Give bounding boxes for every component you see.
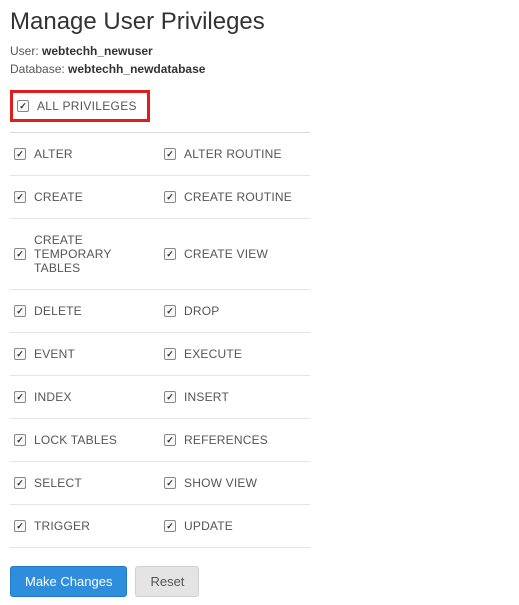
privilege-cell[interactable]: ALTER ROUTINE [160,133,310,175]
privilege-row: SELECT SHOW VIEW [10,462,310,505]
privilege-row: DELETE DROP [10,290,310,333]
privilege-checkbox[interactable] [14,434,26,446]
all-privileges-row: ALL PRIVILEGES [10,90,150,122]
privilege-cell[interactable]: DELETE [10,290,160,332]
privilege-label: INSERT [184,390,229,404]
privilege-checkbox[interactable] [164,305,176,317]
all-privileges-checkbox[interactable] [17,100,29,112]
privilege-cell[interactable]: DROP [160,290,310,332]
privilege-checkbox[interactable] [14,305,26,317]
privilege-label: INDEX [34,390,72,404]
database-meta: Database: webtechh_newdatabase [10,62,509,76]
all-privileges-label: ALL PRIVILEGES [37,99,137,113]
reset-button[interactable]: Reset [135,566,199,597]
privilege-row: TRIGGER UPDATE [10,505,310,548]
privilege-checkbox[interactable] [14,191,26,203]
privilege-checkbox[interactable] [14,248,26,260]
privilege-label: EXECUTE [184,347,242,361]
privilege-cell[interactable]: CREATE [10,176,160,218]
privilege-label: CREATE [34,190,83,204]
privilege-label: ALTER [34,147,73,161]
privilege-label: ALTER ROUTINE [184,147,282,161]
privilege-checkbox[interactable] [14,391,26,403]
make-changes-button[interactable]: Make Changes [10,566,127,597]
privilege-label: CREATE TEMPORARY TABLES [34,233,156,275]
privilege-row: ALTER ALTER ROUTINE [10,133,310,176]
privilege-checkbox[interactable] [14,477,26,489]
privilege-checkbox[interactable] [164,248,176,260]
actions-row: Make Changes Reset [10,566,509,597]
privilege-label: SELECT [34,476,82,490]
privilege-cell[interactable]: CREATE ROUTINE [160,176,310,218]
privilege-row: LOCK TABLES REFERENCES [10,419,310,462]
privilege-row: INDEX INSERT [10,376,310,419]
privilege-label: EVENT [34,347,75,361]
database-value: webtechh_newdatabase [68,62,205,76]
privilege-label: SHOW VIEW [184,476,257,490]
privilege-row: EVENT EXECUTE [10,333,310,376]
privilege-checkbox[interactable] [14,348,26,360]
privilege-cell[interactable]: EVENT [10,333,160,375]
privilege-cell[interactable]: INSERT [160,376,310,418]
privilege-cell[interactable]: CREATE TEMPORARY TABLES [10,219,160,289]
privilege-label: CREATE ROUTINE [184,190,292,204]
privilege-label: TRIGGER [34,519,90,533]
page-title: Manage User Privileges [10,8,509,36]
privilege-checkbox[interactable] [14,148,26,160]
privilege-cell[interactable]: ALTER [10,133,160,175]
privilege-cell[interactable]: TRIGGER [10,505,160,547]
privilege-row: CREATE TEMPORARY TABLES CREATE VIEW [10,219,310,290]
privilege-cell[interactable]: INDEX [10,376,160,418]
privilege-label: REFERENCES [184,433,268,447]
privilege-checkbox[interactable] [14,520,26,532]
privilege-label: DELETE [34,304,82,318]
privilege-row: CREATE CREATE ROUTINE [10,176,310,219]
privilege-label: LOCK TABLES [34,433,117,447]
privilege-label: DROP [184,304,219,318]
privilege-cell[interactable]: LOCK TABLES [10,419,160,461]
user-value: webtechh_newuser [42,44,153,58]
user-meta: User: webtechh_newuser [10,44,509,58]
privilege-cell[interactable]: EXECUTE [160,333,310,375]
privilege-cell[interactable]: REFERENCES [160,419,310,461]
privilege-cell[interactable]: SHOW VIEW [160,462,310,504]
privilege-checkbox[interactable] [164,434,176,446]
privilege-checkbox[interactable] [164,148,176,160]
privilege-checkbox[interactable] [164,348,176,360]
privilege-cell[interactable]: UPDATE [160,505,310,547]
privilege-label: CREATE VIEW [184,247,268,261]
privileges-grid: ALTERALTER ROUTINECREATECREATE ROUTINECR… [10,133,310,548]
privilege-checkbox[interactable] [164,477,176,489]
user-label: User: [10,44,39,58]
privilege-cell[interactable]: CREATE VIEW [160,219,310,289]
privilege-checkbox[interactable] [164,191,176,203]
privilege-cell[interactable]: SELECT [10,462,160,504]
database-label: Database: [10,62,65,76]
privilege-checkbox[interactable] [164,391,176,403]
privilege-checkbox[interactable] [164,520,176,532]
privilege-label: UPDATE [184,519,233,533]
